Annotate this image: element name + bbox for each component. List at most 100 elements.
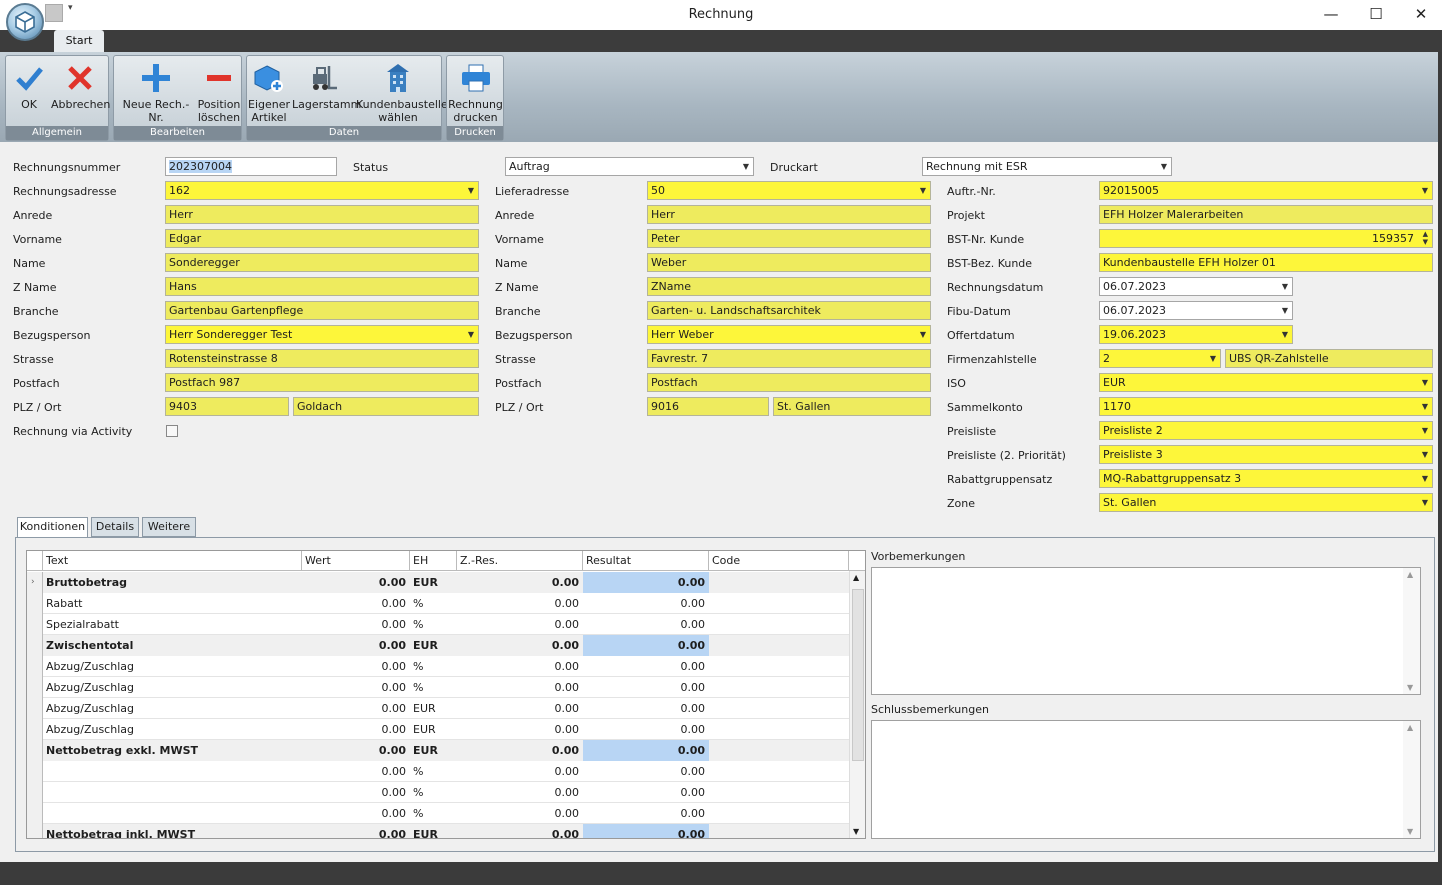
cell-text[interactable]: Zwischentotal	[43, 635, 302, 656]
rechnung-drucken-button[interactable]: Rechnung drucken	[448, 58, 503, 124]
cell-res[interactable]: 0.00	[583, 740, 709, 761]
cell-eh[interactable]: EUR	[410, 719, 457, 740]
cell-code[interactable]	[709, 803, 849, 824]
cell-res[interactable]: 0.00	[583, 761, 709, 782]
strasse-field[interactable]: Rotensteinstrasse 8	[165, 349, 479, 368]
ort-field[interactable]: Goldach	[293, 397, 479, 416]
table-row[interactable]: 0.00% 0.00 0.00	[27, 782, 849, 803]
cell-zres[interactable]: 0.00	[457, 677, 583, 698]
liefer-zname-field[interactable]: ZName	[647, 277, 931, 296]
cell-code[interactable]	[709, 761, 849, 782]
cell-wert[interactable]: 0.00	[302, 656, 410, 677]
branche-field[interactable]: Gartenbau Gartenpflege	[165, 301, 479, 320]
cell-res[interactable]: 0.00	[583, 656, 709, 677]
cell-code[interactable]	[709, 698, 849, 719]
cell-code[interactable]	[709, 572, 849, 593]
cell-eh[interactable]: %	[410, 677, 457, 698]
table-row[interactable]: › Bruttobetrag 0.00 EUR 0.00 0.00	[27, 572, 849, 593]
table-row[interactable]: Zwischentotal 0.00 EUR 0.00 0.00	[27, 635, 849, 656]
cell-eh[interactable]: EUR	[410, 635, 457, 656]
row-selector[interactable]	[27, 761, 43, 782]
cell-wert[interactable]: 0.00	[302, 740, 410, 761]
sammelkonto-select[interactable]: 1170 ▼	[1099, 397, 1433, 416]
druckart-select[interactable]: Rechnung mit ESR ▼	[922, 157, 1172, 176]
memo-scrollbar[interactable]: ▲ ▼	[1403, 568, 1420, 694]
cell-zres[interactable]: 0.00	[457, 719, 583, 740]
cell-code[interactable]	[709, 635, 849, 656]
cell-code[interactable]	[709, 782, 849, 803]
cell-wert[interactable]: 0.00	[302, 782, 410, 803]
tab-details[interactable]: Details	[91, 517, 139, 537]
cell-text[interactable]: Spezialrabatt	[43, 614, 302, 635]
cell-res[interactable]: 0.00	[583, 614, 709, 635]
cell-res[interactable]: 0.00	[583, 677, 709, 698]
cell-res[interactable]: 0.00	[583, 572, 709, 593]
cell-code[interactable]	[709, 677, 849, 698]
cell-text[interactable]: Abzug/Zuschlag	[43, 677, 302, 698]
anrede-field[interactable]: Herr	[165, 205, 479, 224]
cell-zres[interactable]: 0.00	[457, 761, 583, 782]
liefer-strasse-field[interactable]: Favrestr. 7	[647, 349, 931, 368]
application-menu-button[interactable]	[6, 3, 44, 41]
cell-eh[interactable]: %	[410, 593, 457, 614]
rechnungsdatum-picker[interactable]: 06.07.2023 ▼	[1099, 277, 1293, 296]
tab-start[interactable]: Start	[54, 30, 104, 52]
row-selector[interactable]	[27, 593, 43, 614]
cell-wert[interactable]: 0.00	[302, 698, 410, 719]
cell-zres[interactable]: 0.00	[457, 803, 583, 824]
row-selector[interactable]: ›	[27, 572, 43, 593]
fibu-datum-picker[interactable]: 06.07.2023 ▼	[1099, 301, 1293, 320]
cell-text[interactable]: Bruttobetrag	[43, 572, 302, 593]
cell-text[interactable]: Abzug/Zuschlag	[43, 719, 302, 740]
grid-vertical-scrollbar[interactable]: ▲ ▼	[849, 571, 865, 838]
cell-eh[interactable]: EUR	[410, 740, 457, 761]
bezugsperson-select[interactable]: Herr Sonderegger Test ▼	[165, 325, 479, 344]
auftragsnummer-select[interactable]: 92015005 ▼	[1099, 181, 1433, 200]
konditionen-grid[interactable]: Text Wert EH Z.-Res. Resultat Code › Brut…	[26, 550, 866, 839]
eigener-artikel-button[interactable]: Eigener Artikel	[248, 58, 290, 124]
name-field[interactable]: Sonderegger	[165, 253, 479, 272]
row-selector[interactable]	[27, 824, 43, 838]
firmenzahlstelle-select[interactable]: 2 ▼	[1099, 349, 1221, 368]
cell-res[interactable]: 0.00	[583, 698, 709, 719]
position-loeschen-button[interactable]: Position löschen	[196, 58, 242, 124]
vorbemerkungen-textarea[interactable]: ▲ ▼	[871, 567, 1421, 695]
row-selector[interactable]	[27, 614, 43, 635]
rechnung-via-activity-checkbox[interactable]	[166, 425, 178, 437]
liefer-bezugsperson-select[interactable]: Herr Weber ▼	[647, 325, 931, 344]
cell-zres[interactable]: 0.00	[457, 740, 583, 761]
cell-eh[interactable]: EUR	[410, 824, 457, 838]
memo-scrollbar[interactable]: ▲ ▼	[1403, 721, 1420, 838]
abbrechen-button[interactable]: Abbrechen	[51, 58, 110, 111]
table-row[interactable]: 0.00% 0.00 0.00	[27, 803, 849, 824]
cell-wert[interactable]: 0.00	[302, 635, 410, 656]
cell-text[interactable]: Abzug/Zuschlag	[43, 656, 302, 677]
liefer-vorname-field[interactable]: Peter	[647, 229, 931, 248]
preisliste-2-select[interactable]: Preisliste 3 ▼	[1099, 445, 1433, 464]
offertdatum-picker[interactable]: 19.06.2023 ▼	[1099, 325, 1293, 344]
liefer-name-field[interactable]: Weber	[647, 253, 931, 272]
row-selector[interactable]	[27, 740, 43, 761]
table-row[interactable]: Abzug/Zuschlag 0.00 EUR 0.00 0.00	[27, 719, 849, 740]
cell-wert[interactable]: 0.00	[302, 719, 410, 740]
cell-zres[interactable]: 0.00	[457, 635, 583, 656]
cell-zres[interactable]: 0.00	[457, 572, 583, 593]
zname-field[interactable]: Hans	[165, 277, 479, 296]
cell-text[interactable]	[43, 803, 302, 824]
row-selector[interactable]	[27, 635, 43, 656]
cell-eh[interactable]: %	[410, 614, 457, 635]
cell-res[interactable]: 0.00	[583, 782, 709, 803]
cell-zres[interactable]: 0.00	[457, 614, 583, 635]
table-row[interactable]: Spezialrabatt 0.00% 0.00 0.00	[27, 614, 849, 635]
cell-text[interactable]: Rabatt	[43, 593, 302, 614]
rechnungsadresse-select[interactable]: 162 ▼	[165, 181, 479, 200]
col-header-text[interactable]: Text	[43, 551, 302, 571]
table-row[interactable]: Abzug/Zuschlag 0.00% 0.00 0.00	[27, 677, 849, 698]
col-header-resultat[interactable]: Resultat	[583, 551, 709, 571]
lagerstamm-button[interactable]: Lagerstamm	[292, 58, 361, 111]
table-row[interactable]: Abzug/Zuschlag 0.00% 0.00 0.00	[27, 656, 849, 677]
cell-wert[interactable]: 0.00	[302, 761, 410, 782]
bst-nr-kunde-spinner[interactable]: 159357 ▲ ▼	[1099, 229, 1433, 248]
cell-eh[interactable]: %	[410, 761, 457, 782]
cell-zres[interactable]: 0.00	[457, 593, 583, 614]
